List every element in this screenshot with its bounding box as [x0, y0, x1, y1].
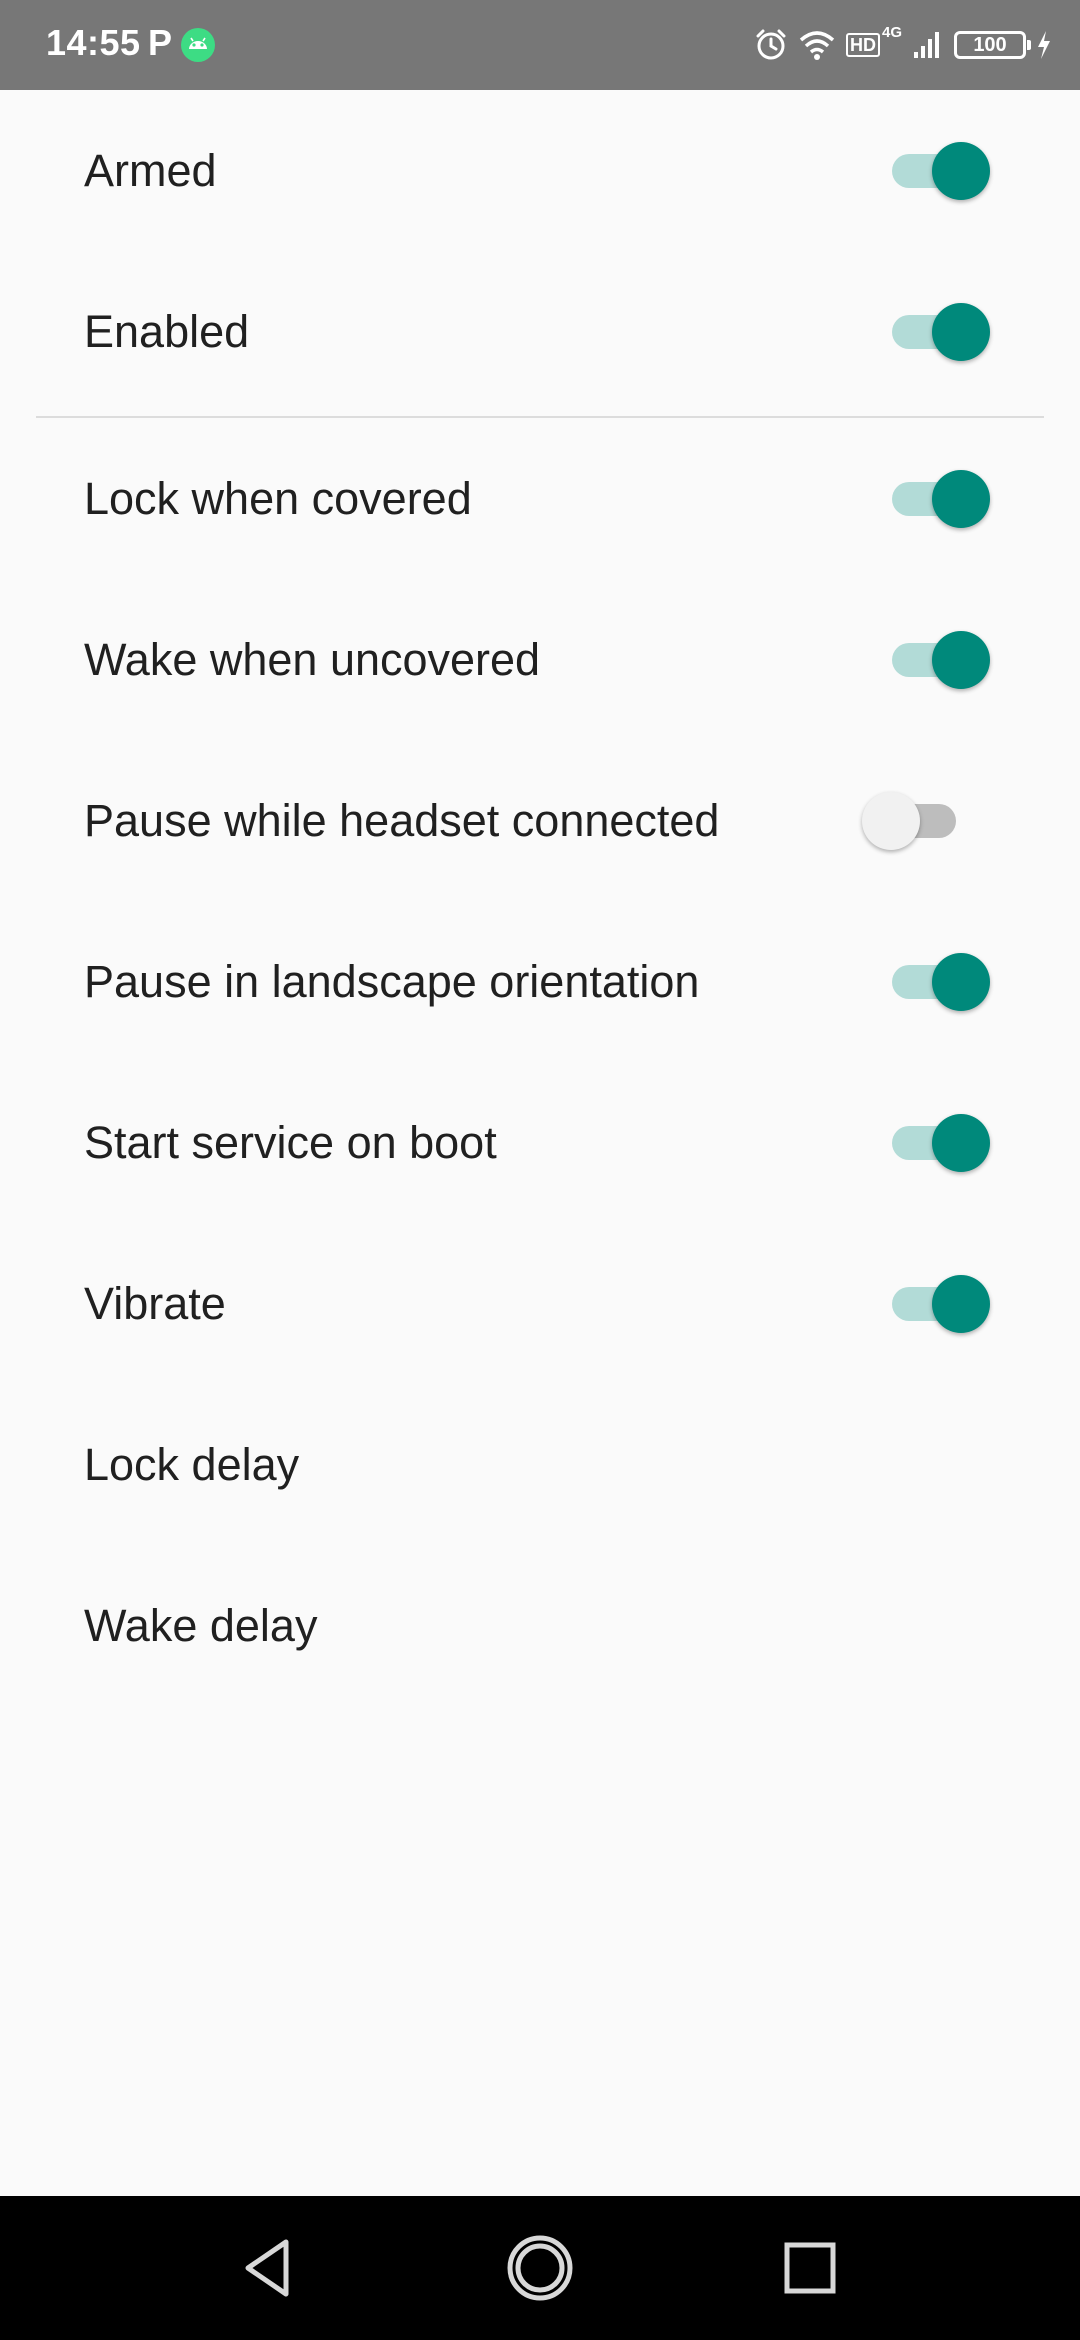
- pause-headset-switch[interactable]: [862, 791, 960, 850]
- switch-thumb: [932, 141, 990, 200]
- status-bar: 14:55 P HD 4G 100: [0, 0, 1080, 90]
- android-icon: [181, 28, 215, 62]
- switch-thumb: [932, 469, 990, 528]
- pref-pause-headset[interactable]: Pause while headset connected: [0, 740, 1080, 901]
- navigation-bar: [0, 2196, 1080, 2340]
- battery-level: 100: [973, 34, 1007, 56]
- pref-label: Wake delay: [84, 1599, 318, 1651]
- pref-lock-when-covered[interactable]: Lock when covered: [0, 418, 1080, 579]
- switch-thumb: [862, 791, 920, 850]
- pref-lock-delay[interactable]: Lock delay: [0, 1384, 1080, 1545]
- switch-thumb: [932, 630, 990, 689]
- switch-thumb: [932, 302, 990, 361]
- home-icon[interactable]: [504, 2232, 576, 2304]
- pref-wake-delay[interactable]: Wake delay: [0, 1545, 1080, 1706]
- signal-icon: [914, 32, 939, 58]
- recents-icon[interactable]: [774, 2232, 846, 2304]
- network-label: 4G: [881, 24, 902, 41]
- vibrate-switch[interactable]: [892, 1274, 990, 1333]
- settings-list: Armed Enabled Lock when covered Wake whe…: [0, 90, 1080, 1706]
- pref-wake-when-uncovered[interactable]: Wake when uncovered: [0, 579, 1080, 740]
- status-time: 14:55: [46, 22, 141, 63]
- enabled-switch[interactable]: [892, 302, 990, 361]
- hd-label: HD: [845, 33, 880, 57]
- pref-label: Pause in landscape orientation: [84, 955, 700, 1007]
- alarm-icon: [756, 29, 786, 60]
- wake-when-uncovered-switch[interactable]: [892, 630, 990, 689]
- pref-label: Lock when covered: [84, 472, 472, 524]
- pref-pause-landscape[interactable]: Pause in landscape orientation: [0, 901, 1080, 1062]
- charging-icon: [1038, 31, 1050, 59]
- switch-thumb: [932, 952, 990, 1011]
- switch-thumb: [932, 1274, 990, 1333]
- pref-label: Pause while headset connected: [84, 794, 720, 846]
- pause-landscape-switch[interactable]: [892, 952, 990, 1011]
- pref-label: Armed: [84, 144, 217, 196]
- battery-icon: 100: [954, 31, 1031, 59]
- notification-p-icon: P: [148, 22, 173, 63]
- pref-start-on-boot[interactable]: Start service on boot: [0, 1062, 1080, 1223]
- back-icon[interactable]: [234, 2232, 306, 2304]
- pref-label: Lock delay: [84, 1438, 300, 1490]
- lock-when-covered-switch[interactable]: [892, 469, 990, 528]
- start-on-boot-switch[interactable]: [892, 1113, 990, 1172]
- pref-label: Wake when uncovered: [84, 633, 541, 685]
- wifi-icon: [799, 31, 835, 60]
- armed-switch[interactable]: [892, 141, 990, 200]
- pref-vibrate[interactable]: Vibrate: [0, 1223, 1080, 1384]
- pref-armed[interactable]: Armed: [0, 90, 1080, 251]
- pref-label: Enabled: [84, 305, 250, 357]
- status-icons: HD 4G 100: [754, 24, 1052, 66]
- pref-label: Start service on boot: [84, 1116, 497, 1168]
- pref-label: Vibrate: [84, 1277, 226, 1329]
- pref-enabled[interactable]: Enabled: [0, 251, 1080, 412]
- screen: 14:55 P HD 4G 100 Armed Enabled Lock whe…: [0, 0, 1080, 2340]
- switch-thumb: [932, 1113, 990, 1172]
